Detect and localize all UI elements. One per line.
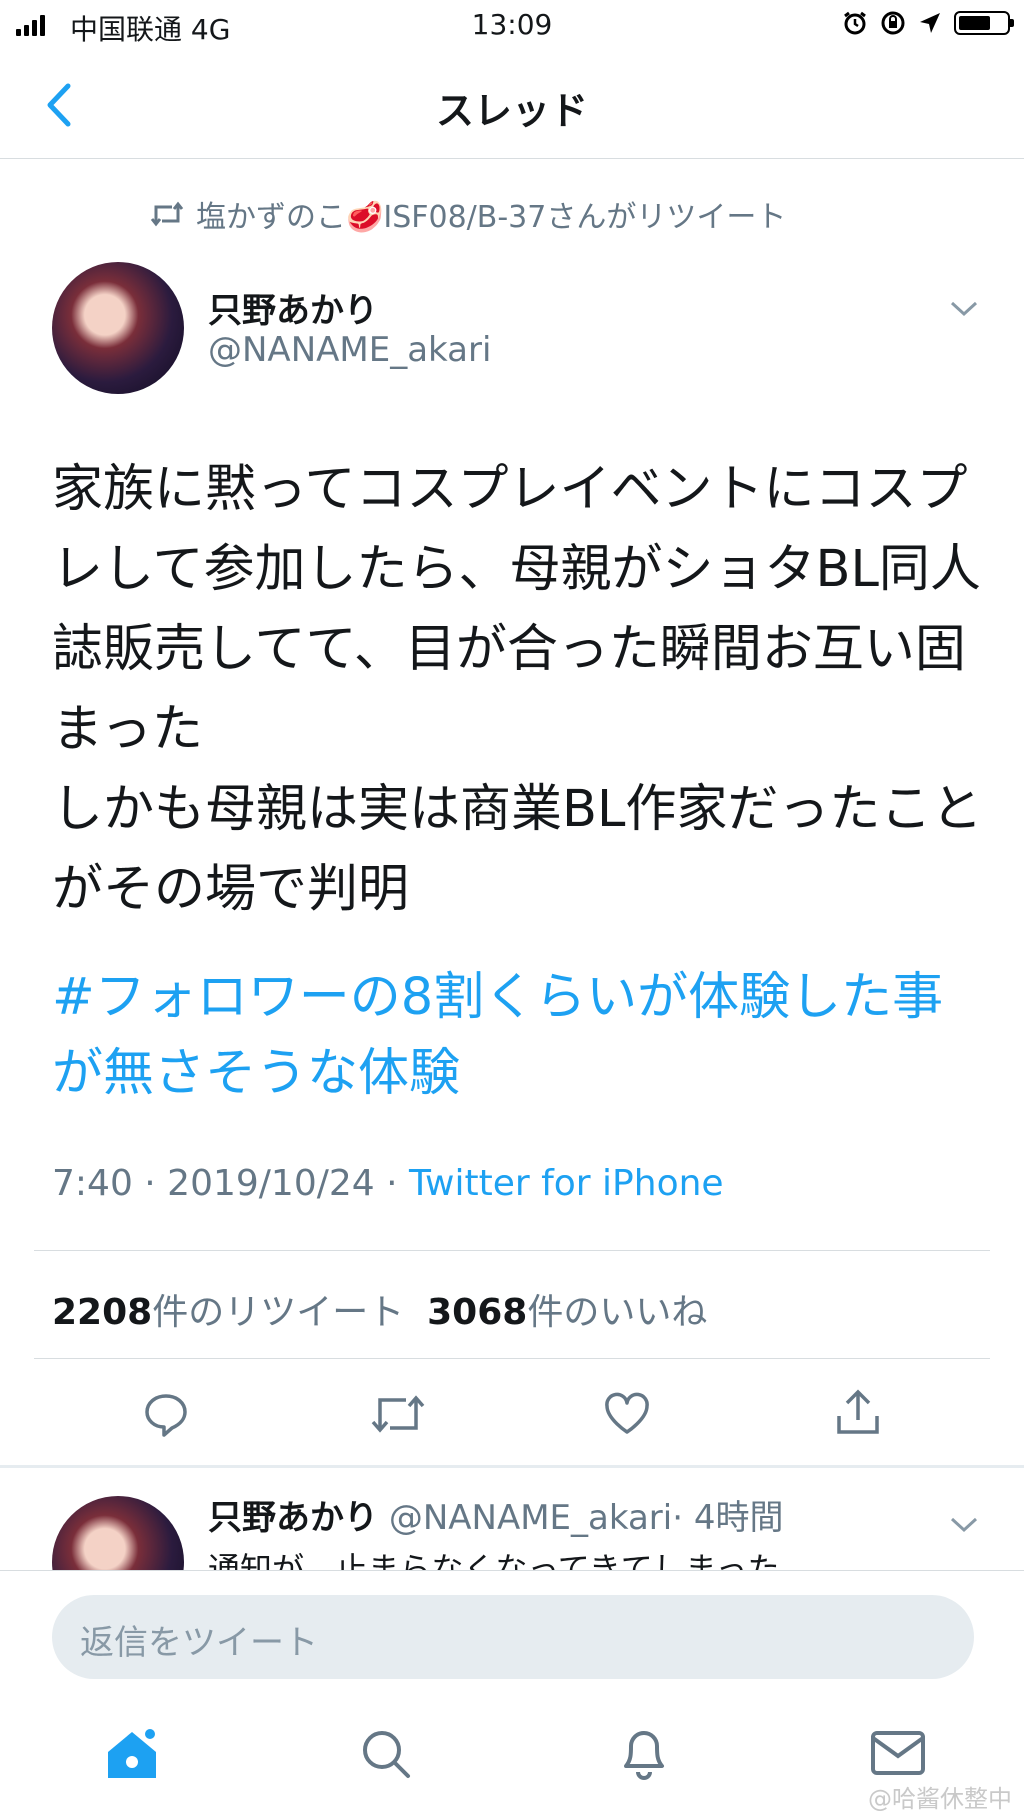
avatar[interactable] (52, 262, 184, 394)
reply-author-name[interactable]: 只野あかり (208, 1498, 378, 1538)
watermark-text: @哈酱休整中 (868, 1785, 1012, 1813)
divider (34, 1250, 990, 1251)
chevron-down-icon[interactable] (948, 1512, 980, 1536)
alarm-icon (844, 11, 866, 35)
retweet-action-icon[interactable] (370, 1390, 426, 1438)
retweet-context-text: 塩かずのこ🥩ISF08/B-37さんがリツイート (196, 200, 787, 235)
retweet-context[interactable]: 塩かずのこ🥩ISF08/B-37さんがリツイート (150, 192, 786, 236)
tweet-timestamp: 7:40 · 2019/10/24 · (52, 1163, 409, 1204)
tweet-text: 家族に黙ってコスプレイベントにコスプレして参加したら、母親がショタBL同人誌販売… (52, 460, 983, 919)
tweet-actions (0, 1370, 1024, 1460)
reply-header: 只野あかり @NANAME_akari· 4時間 (208, 1490, 783, 1539)
reply-input[interactable]: 返信をツイート (52, 1595, 974, 1679)
battery-icon (954, 11, 1014, 35)
retweet-icon (150, 201, 184, 227)
share-icon[interactable] (834, 1388, 882, 1438)
messages-mail-icon[interactable] (870, 1730, 926, 1776)
reply-text: 通知が、止まらなくなってきてしまった (208, 1550, 780, 1570)
hashtag-link[interactable]: #フォロワーの8割くらいが体験した事が無さそうな体験 (52, 960, 992, 1112)
retweet-count[interactable]: 2208 (52, 1292, 152, 1333)
avatar[interactable] (52, 1496, 184, 1570)
tweet-source-link[interactable]: Twitter for iPhone (409, 1163, 724, 1204)
status-icons (842, 10, 1014, 36)
author-handle[interactable]: @NANAME_akari (208, 330, 491, 370)
divider (0, 1570, 1024, 1571)
tweet-stats: 2208件のリツイート 3068件のいいね (52, 1283, 707, 1335)
tweet-meta: 7:40 · 2019/10/24 · Twitter for iPhone (52, 1163, 724, 1204)
nav-bar: スレッド (0, 50, 1024, 159)
search-icon[interactable] (358, 1726, 414, 1782)
chevron-down-icon[interactable] (948, 296, 980, 320)
divider (34, 1358, 990, 1359)
reply-author-handle[interactable]: @NANAME_akari (389, 1498, 672, 1538)
home-icon[interactable] (100, 1722, 164, 1786)
like-count-label[interactable]: 件のいいね (527, 1292, 707, 1333)
location-icon (920, 13, 940, 33)
like-count[interactable]: 3068 (427, 1292, 527, 1333)
status-bar: 中国联通 4G 13:09 (0, 0, 1024, 50)
orientation-lock-icon (881, 11, 905, 35)
reply-input-placeholder: 返信をツイート (80, 1623, 318, 1663)
retweet-count-label[interactable]: 件のリツイート (152, 1292, 404, 1333)
like-heart-icon[interactable] (602, 1390, 652, 1438)
author-name[interactable]: 只野あかり (208, 283, 378, 332)
page-title: スレッド (435, 89, 588, 133)
notifications-bell-icon[interactable] (616, 1724, 672, 1784)
reply-age: · 4時間 (672, 1498, 784, 1538)
reply-icon[interactable] (142, 1390, 190, 1438)
reply-tweet[interactable]: 只野あかり @NANAME_akari· 4時間 通知が、止まらなくなってきてし… (0, 1468, 1024, 1570)
